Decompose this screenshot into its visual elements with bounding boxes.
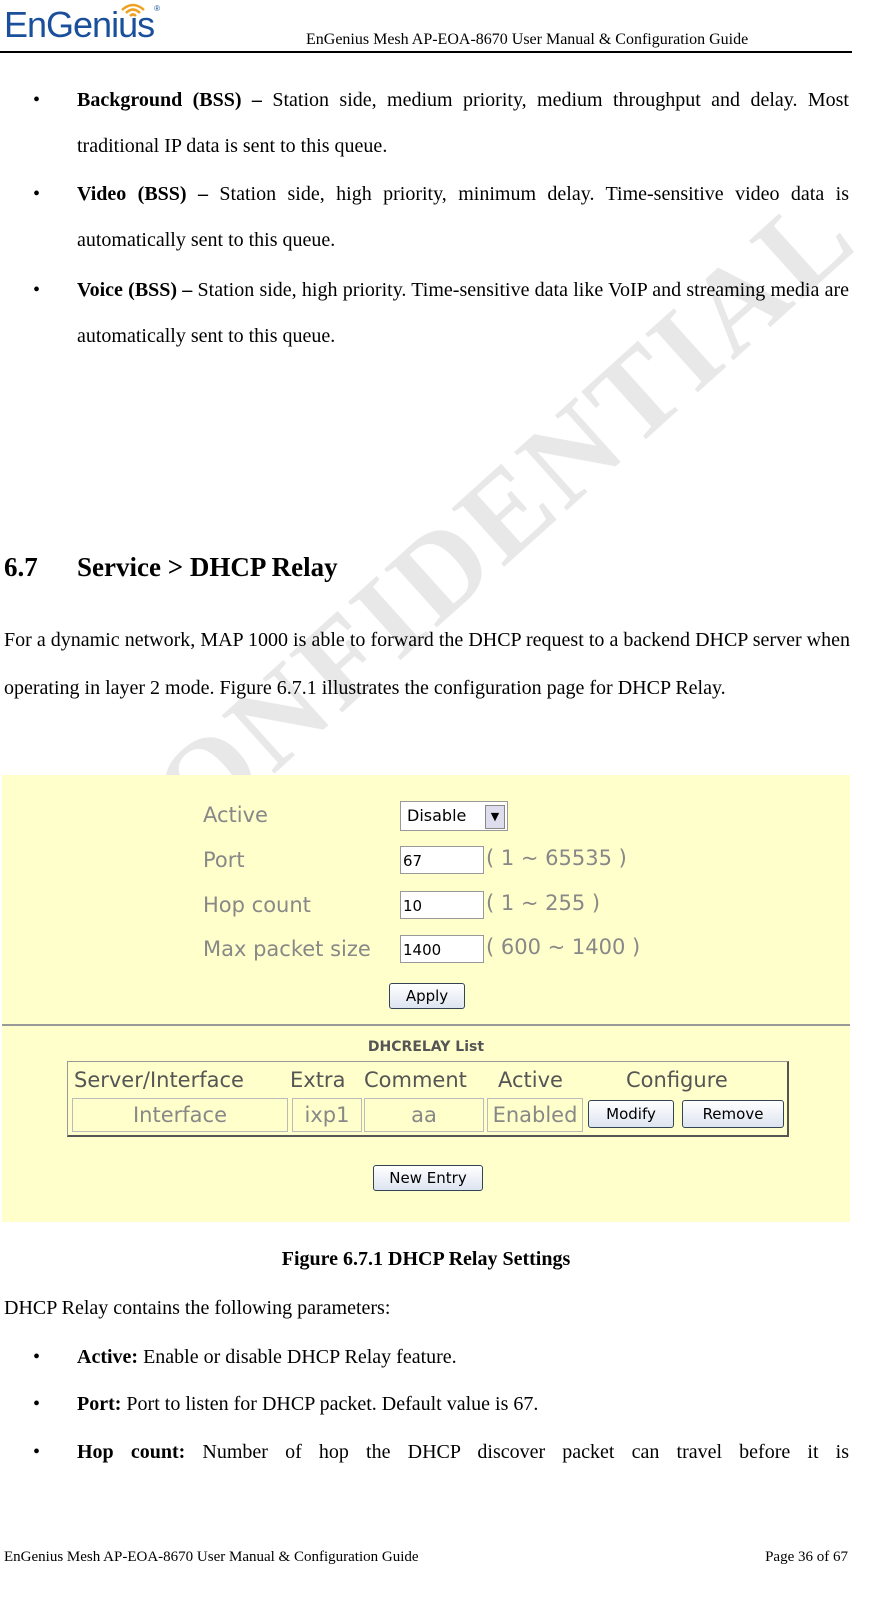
header-extra: Extra (290, 1068, 346, 1092)
engenius-logo: EnGenius® (4, 4, 160, 45)
intro-paragraph: For a dynamic network, MAP 1000 is able … (4, 629, 850, 699)
footer-title: EnGenius Mesh AP-EOA-8670 User Manual & … (4, 1549, 419, 1565)
active-label: Active (203, 803, 268, 827)
divider (2, 1024, 850, 1026)
max-packet-size-range: ( 600 ~ 1400 ) (486, 935, 641, 959)
max-packet-size-input[interactable]: 1400 (400, 935, 484, 963)
apply-button[interactable]: Apply (389, 983, 465, 1009)
port-range: ( 1 ~ 65535 ) (486, 846, 627, 870)
header-comment: Comment (364, 1068, 467, 1092)
header-rule (0, 51, 852, 53)
max-packet-size-label: Max packet size (203, 937, 371, 961)
remove-button[interactable]: Remove (682, 1100, 784, 1128)
bullet-background-bss: Background (BSS) – Station side, medium … (33, 77, 849, 169)
bullet-hop-count: Hop count: Number of hop the DHCP discov… (33, 1429, 849, 1475)
page-number: Page 36 of 67 (765, 1549, 848, 1565)
header-server-interface: Server/Interface (74, 1068, 244, 1092)
params-intro: DHCP Relay contains the following parame… (4, 1297, 391, 1319)
bullet-active: Active: Enable or disable DHCP Relay fea… (33, 1334, 849, 1380)
header-configure: Configure (626, 1068, 728, 1092)
new-entry-button[interactable]: New Entry (373, 1165, 483, 1191)
bullet-port: Port: Port to listen for DHCP packet. De… (33, 1381, 849, 1427)
list-title: DHCRELAY List (367, 1039, 485, 1055)
bullet-video-bss: Video (BSS) – Station side, high priorit… (33, 171, 849, 263)
chevron-down-icon: ▼ (485, 805, 505, 829)
port-label: Port (203, 848, 245, 872)
hop-count-range: ( 1 ~ 255 ) (486, 891, 601, 915)
hop-count-label: Hop count (203, 893, 311, 917)
hop-count-input[interactable]: 10 (400, 891, 484, 919)
header-active: Active (498, 1068, 563, 1092)
dhcp-relay-figure: Active Disable ▼ Port 67 ( 1 ~ 65535 ) Ho… (2, 775, 850, 1222)
modify-button[interactable]: Modify (588, 1100, 674, 1128)
header-title: EnGenius Mesh AP-EOA-8670 User Manual & … (306, 31, 749, 48)
cell-extra: ixp1 (292, 1098, 362, 1132)
bullet-voice-bss: Voice (BSS) – Station side, high priorit… (33, 267, 849, 359)
cell-active: Enabled (487, 1098, 583, 1132)
dhcrelay-table: Server/Interface Extra Comment Active Co… (67, 1061, 789, 1137)
figure-caption: Figure 6.7.1 DHCP Relay Settings (281, 1248, 571, 1270)
active-select[interactable]: Disable ▼ (400, 801, 508, 831)
section-heading: 6.7 Service > DHCP Relay (4, 552, 338, 582)
port-input[interactable]: 67 (400, 846, 484, 874)
document-page: CONFIDENTIAL EnGenius® EnGenius Mesh AP-… (0, 0, 872, 1604)
cell-server: Interface (72, 1098, 288, 1132)
cell-comment: aa (364, 1098, 484, 1132)
